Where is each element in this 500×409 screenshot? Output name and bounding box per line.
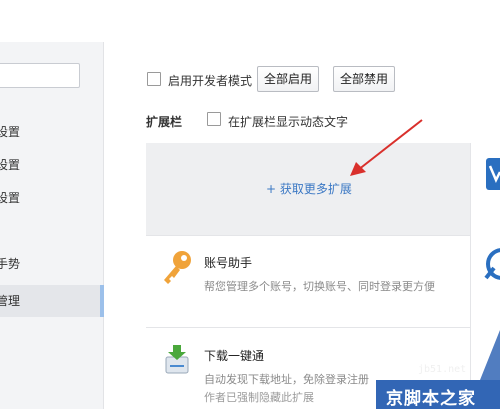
show-dynamic-text-checkbox[interactable]: [207, 112, 221, 126]
divider: [146, 235, 470, 236]
dev-mode-label: 启用开发者模式: [168, 74, 253, 88]
sidebar-item-label: 设置: [0, 191, 21, 205]
watermark-stripes-icon: [480, 330, 500, 380]
sidebar-search-input[interactable]: [0, 63, 80, 88]
sidebar-item-label: 设置: [0, 125, 21, 139]
disable-all-button[interactable]: 全部禁用: [333, 66, 395, 92]
sidebar-item[interactable]: 设置: [0, 182, 104, 214]
extension-hidden-note: 作者已强制隐藏此扩展: [204, 391, 314, 404]
sidebar-item[interactable]: 设置: [0, 116, 104, 148]
sidebar-item-extensions[interactable]: 管理: [0, 285, 104, 317]
watermark-domain: jb51.net: [418, 364, 467, 375]
tool-icon: [484, 248, 500, 280]
extension-description: 自动发现下载地址，免除登录注册: [204, 373, 369, 386]
show-dynamic-text-label: 在扩展栏显示动态文字: [228, 115, 349, 129]
dev-mode-checkbox[interactable]: [147, 72, 161, 86]
sidebar-item-label: 设置: [0, 158, 21, 172]
window-top-strip: [0, 0, 500, 42]
sidebar-item[interactable]: 设置: [0, 149, 104, 181]
sidebar-item[interactable]: 手势: [0, 248, 104, 280]
extension-name: 下载一键通: [204, 349, 265, 363]
annotation-arrow-icon: [350, 119, 423, 176]
sidebar-item-label: 手势: [0, 257, 21, 271]
enable-all-button[interactable]: 全部启用: [257, 66, 319, 92]
key-icon: [164, 251, 191, 284]
extension-bar-title: 扩展栏: [146, 115, 183, 129]
extension-name: 账号助手: [204, 256, 253, 270]
sidebar: 设置 设置 设置 手势 键 管理: [0, 42, 104, 409]
divider: [146, 327, 470, 328]
extension-description: 帮您管理多个账号，切换账号、同时登录更方便: [204, 280, 435, 293]
shield-icon: [486, 158, 500, 190]
download-icon: [165, 345, 189, 374]
watermark-text: 京脚本之家: [386, 389, 476, 409]
get-more-extensions-link[interactable]: + 获取更多扩展: [266, 180, 352, 197]
sidebar-item-label: 管理: [0, 294, 21, 308]
